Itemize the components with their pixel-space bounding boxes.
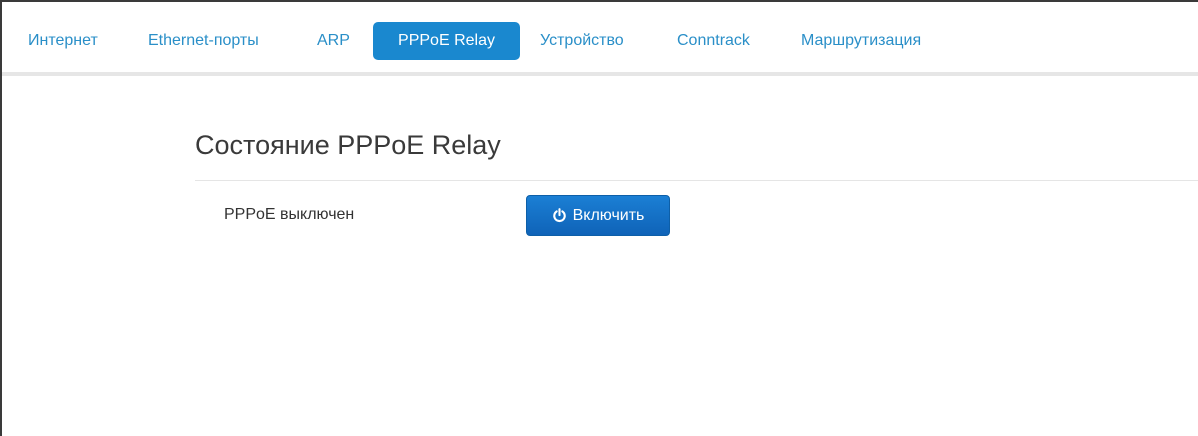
tab-internet[interactable]: Интернет (15, 22, 111, 60)
enable-button-label: Включить (572, 206, 645, 224)
tab-routing[interactable]: Маршрутизация (788, 22, 934, 60)
pppoe-status-label: PPPoE выключен (224, 206, 355, 223)
tab-ethernet-ports[interactable]: Ethernet-порты (135, 22, 272, 60)
app-frame: Интернет Ethernet-порты ARP PPPoE Relay … (0, 0, 1198, 436)
power-icon (552, 208, 567, 223)
tab-bar: Интернет Ethernet-порты ARP PPPoE Relay … (2, 2, 1198, 76)
tab-pppoe-relay[interactable]: PPPoE Relay (373, 22, 520, 60)
tab-device[interactable]: Устройство (527, 22, 637, 60)
tab-conntrack[interactable]: Conntrack (664, 22, 763, 60)
enable-button[interactable]: Включить (526, 195, 670, 236)
section-divider (195, 180, 1198, 181)
section-title: Состояние PPPoE Relay (195, 130, 501, 160)
tab-arp[interactable]: ARP (304, 22, 363, 60)
